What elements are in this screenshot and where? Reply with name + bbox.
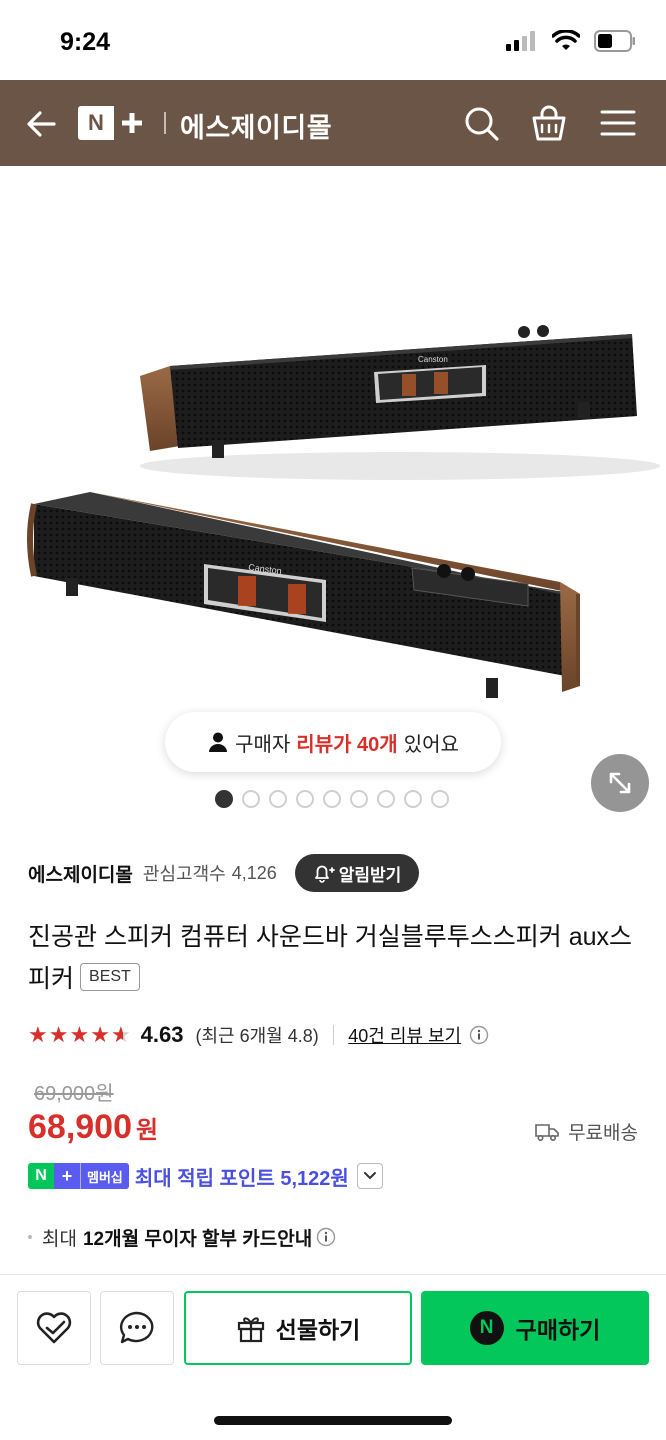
pagination-dot[interactable] [404,790,422,808]
brand-label-back: Canston [418,355,448,364]
sale-price-value: 68,900 [28,1108,132,1146]
pagination-dot[interactable] [296,790,314,808]
installment-prefix: 최대 [42,1228,77,1250]
bell-plus-icon [314,865,335,883]
person-icon [209,732,228,752]
price-unit: 원 [136,1117,159,1144]
store-info-row: 에스제이디몰 관심고객수 4,126 알림받기 [28,854,420,892]
home-indicator[interactable] [214,1416,452,1425]
star-rating: ★ ★ ★ ★ ★ [28,1024,131,1046]
image-pagination-dots [215,790,449,808]
status-icons [506,30,636,52]
gift-button[interactable]: 선물하기 [184,1291,412,1365]
rating-row: ★ ★ ★ ★ ★ 4.63 (최근 6개월 4.8) 40건 리뷰 보기 [28,1018,489,1052]
wishlist-button[interactable] [17,1291,91,1365]
badge-label: 멤버십 [80,1163,129,1189]
expand-points-button[interactable] [356,1163,383,1189]
recent-rating: (최근 6개월 4.8) [195,1026,319,1046]
wifi-icon [552,30,580,50]
gift-icon [237,1317,264,1343]
header-separator [164,112,166,134]
shopping-bag-icon[interactable] [528,102,570,144]
pagination-dot[interactable] [350,790,368,808]
star-icon: ★ [69,1022,90,1047]
review-link[interactable]: 40건 리뷰 보기 [348,1022,461,1048]
info-icon[interactable] [316,1227,336,1247]
logo-n: N [88,110,104,135]
review-pill-highlight: 리뷰가 40개 [296,733,398,756]
naverpay-n-icon: N [469,1311,504,1345]
review-pill-suffix: 있어요 [403,733,459,756]
plus-icon [114,106,150,140]
sale-price: 68,900 원 [28,1108,158,1147]
pagination-dot[interactable] [431,790,449,808]
info-icon[interactable] [469,1025,489,1045]
star-icon: ★ [48,1022,69,1047]
store-name-link[interactable]: 에스제이디몰 [28,860,133,887]
pagination-dot-active[interactable] [215,790,233,808]
review-count-pill[interactable]: 구매자 리뷰가 40개 있어요 [165,712,501,772]
max-points-text: 최대 적립 포인트 5,122원 [134,1167,349,1190]
star-half-icon: ★ [110,1022,131,1047]
bullet [28,1235,32,1239]
pagination-dot[interactable] [242,790,260,808]
shipping-info: 무료배송 [534,1118,638,1145]
naver-plus-store-logo[interactable]: N [78,106,150,140]
pagination-dot[interactable] [269,790,287,808]
buy-button-label: 구매하기 [515,1317,601,1343]
star-icon: ★ [28,1022,48,1047]
menu-icon[interactable] [597,102,639,144]
battery-icon [594,30,635,52]
star-icon: ★ [90,1022,110,1047]
status-bar: 9:24 [0,0,666,80]
expand-arrows-icon [609,772,631,794]
heart-check-icon [36,1312,72,1344]
divider [332,1025,335,1045]
installment-detail: 12개월 무이자 할부 카드안내 [82,1228,313,1250]
subscribe-alert-button[interactable]: 알림받기 [294,854,420,892]
badge-n: N [28,1163,54,1189]
pagination-dot[interactable] [323,790,341,808]
back-arrow-icon[interactable] [22,104,62,144]
chat-bubble-icon [119,1311,154,1344]
membership-points-row[interactable]: N + 멤버십 최대 적립 포인트 5,122원 [28,1160,383,1192]
header-store-name[interactable]: 에스제이디몰 [180,106,332,145]
status-time: 9:24 [60,28,111,56]
truck-icon [535,1123,559,1141]
rating-value: 4.63 [140,1022,184,1047]
original-price: 69,000원 [34,1083,114,1105]
installment-info[interactable]: 최대 12개월 무이자 할부 카드안내 [28,1222,336,1252]
shipping-label: 무료배송 [568,1123,638,1144]
alert-button-label: 알림받기 [338,865,402,885]
fans-count: 4,126 [231,862,277,883]
search-icon[interactable] [460,102,502,144]
naver-membership-badge: N + 멤버십 [28,1163,129,1189]
review-pill-prefix: 구매자 [235,733,291,756]
gift-button-label: 선물하기 [275,1317,361,1343]
signal-icon [506,31,535,51]
pagination-dot[interactable] [377,790,395,808]
expand-image-button[interactable] [591,754,649,812]
badge-plus: + [54,1163,80,1189]
buy-button[interactable]: N 구매하기 [421,1291,649,1365]
talk-chat-button[interactable] [100,1291,174,1365]
chevron-down-icon [363,1172,376,1180]
app-header: N 에스제이디몰 [0,80,666,166]
best-badge: BEST [80,963,140,992]
fans-label: 관심고객수 [142,864,226,884]
product-title: 진공관 스피커 컴퓨터 사운드바 거실블루투스스피커 aux스피커 BEST [28,916,638,1000]
